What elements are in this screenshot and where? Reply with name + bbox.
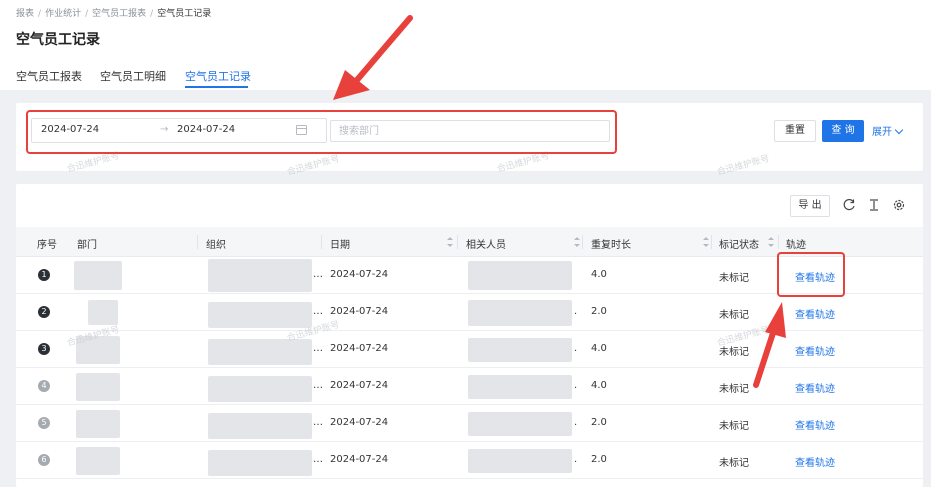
- annotation-arrow-icon: [753, 302, 786, 388]
